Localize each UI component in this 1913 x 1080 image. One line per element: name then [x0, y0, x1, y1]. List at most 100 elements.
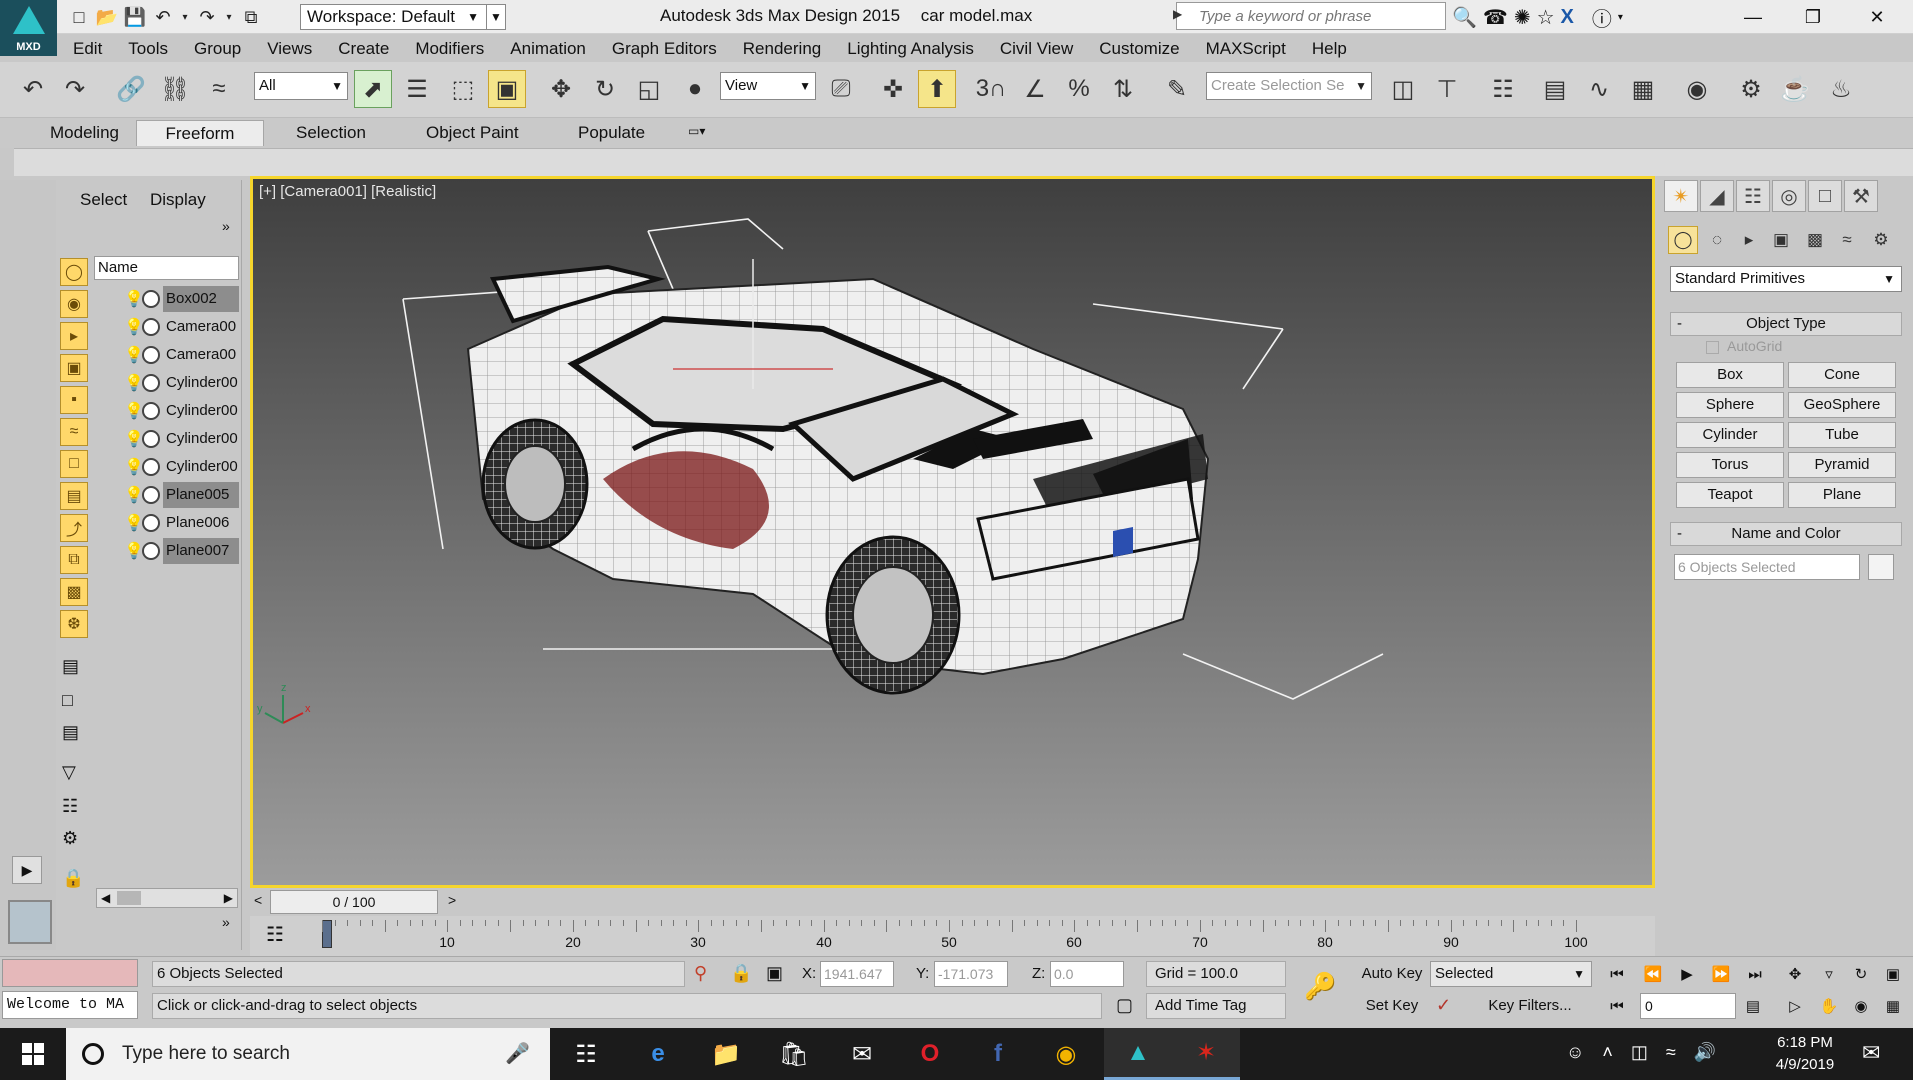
menu-graph-editors[interactable]: Graph Editors [599, 36, 730, 62]
workspace-menu-button[interactable]: ▼ [486, 4, 506, 30]
game-taskbar-icon[interactable]: ✶ [1172, 1028, 1240, 1080]
tree-item[interactable]: 💡 Camera00 [94, 342, 239, 368]
redo-dropdown-icon[interactable]: ▾ [222, 4, 236, 30]
undo-icon[interactable]: ↶ [150, 4, 176, 30]
explorer-tab-display[interactable]: Display [150, 190, 206, 210]
menu-tools[interactable]: Tools [115, 36, 181, 62]
orbit-icon[interactable]: ↻ [1846, 961, 1876, 987]
pan-hand-icon[interactable]: ✋ [1814, 993, 1844, 1019]
battery-icon[interactable]: ◫ [1631, 1042, 1648, 1063]
light-bulb-icon[interactable]: 💡 [124, 289, 144, 309]
mirror-icon[interactable]: ◫ [1384, 70, 1422, 108]
tree-item[interactable]: 💡 Plane006 [94, 510, 239, 536]
workspace-dropdown[interactable]: Workspace: Default ▼ [300, 4, 488, 30]
place-object-icon[interactable]: ● [676, 70, 714, 108]
add-time-tag-button[interactable]: Add Time Tag [1146, 993, 1286, 1019]
redo-toolbar-icon[interactable]: ↷ [56, 70, 94, 108]
display-xrefs-icon[interactable]: ⧉ [60, 546, 88, 574]
orbit-subobject-icon[interactable]: ◉ [1846, 993, 1876, 1019]
default-key-icon[interactable]: 🔑 [1304, 971, 1336, 1002]
autodesk-x-icon[interactable]: X [1561, 6, 1574, 29]
select-and-link-icon[interactable]: 🔗 [112, 70, 150, 108]
align-icon[interactable]: ⊤ [1428, 70, 1466, 108]
help-dropdown-icon[interactable]: ▾ [1618, 12, 1623, 23]
object-visibility-icon[interactable] [142, 430, 160, 448]
mail-icon[interactable]: ✉ [828, 1028, 896, 1080]
menu-modifiers[interactable]: Modifiers [402, 36, 497, 62]
dope-sheet-icon[interactable]: ▦ [1624, 70, 1662, 108]
display-shapes-icon[interactable]: ▸ [60, 322, 88, 350]
sort-list-icon[interactable]: ▤ [62, 722, 79, 743]
filter-icon[interactable]: ▽ [62, 762, 76, 783]
light-bulb-icon[interactable]: 💡 [124, 485, 144, 505]
tree-item[interactable]: 💡 Camera00 [94, 314, 239, 340]
object-name-field[interactable]: 6 Objects Selected [1674, 554, 1860, 580]
name-column-header[interactable]: Name [94, 256, 239, 280]
edge-browser-icon[interactable]: e [624, 1028, 692, 1080]
restore-button[interactable]: ❐ [1784, 0, 1842, 34]
open-file-icon[interactable]: 📂 [94, 4, 120, 30]
scroll-left-icon[interactable]: ◀ [101, 891, 110, 905]
object-type-rollout-header[interactable]: - Object Type [1670, 312, 1902, 336]
selection-filter-dropdown[interactable]: All ▼ [254, 72, 348, 100]
tree-item[interactable]: 💡 Plane007 [94, 538, 239, 564]
absolute-mode-icon[interactable]: ▣ [766, 963, 783, 984]
display-particles-icon[interactable]: ❆ [60, 610, 88, 638]
display-bones-icon[interactable]: ⤴ [60, 514, 88, 542]
select-all-icon[interactable]: ◯ [60, 258, 88, 286]
tree-item[interactable]: 💡 Cylinder00 [94, 454, 239, 480]
time-slider[interactable]: < 0 / 100 > [250, 888, 1655, 916]
camera-object-icon[interactable] [142, 318, 160, 336]
display-children-icon[interactable]: ▤ [62, 656, 79, 677]
isolate-selection-icon[interactable]: ⚲ [694, 963, 707, 984]
select-manipulate-icon[interactable]: ✜ [874, 70, 912, 108]
undo-toolbar-icon[interactable]: ↶ [14, 70, 52, 108]
maximize-toggle-icon[interactable]: ▦ [1878, 993, 1908, 1019]
x-coordinate-field[interactable]: 1941.647 [820, 961, 894, 987]
display-groups-icon[interactable]: ▤ [60, 482, 88, 510]
volume-icon[interactable]: 🔊 [1694, 1042, 1716, 1063]
ribbon-tab-object-paint[interactable]: Object Paint [412, 120, 533, 146]
next-frame-icon[interactable]: > [448, 892, 456, 908]
display-geometry-icon[interactable]: ◉ [60, 290, 88, 318]
menu-create[interactable]: Create [325, 36, 402, 62]
microphone-icon[interactable]: 🎤 [505, 1028, 530, 1080]
wifi-icon[interactable]: ≈ [1666, 1042, 1676, 1063]
key-mode-dropdown[interactable]: Selected ▼ [1430, 961, 1592, 987]
scene-explorer-icon[interactable]: ▤ [1536, 70, 1574, 108]
file-explorer-icon[interactable]: 📁 [692, 1028, 760, 1080]
select-and-rotate-icon[interactable]: ↻ [586, 70, 624, 108]
spinner-snap-icon[interactable]: ⇅ [1104, 70, 1142, 108]
light-bulb-icon[interactable]: 💡 [124, 457, 144, 477]
geosphere-button[interactable]: GeoSphere [1788, 392, 1896, 418]
display-lights-icon[interactable]: ▪ [60, 386, 88, 414]
systems-category-icon[interactable]: ⚙ [1866, 226, 1896, 254]
y-coordinate-field[interactable]: -171.073 [934, 961, 1008, 987]
expand-explorer-icon[interactable]: ▶ [12, 856, 42, 884]
scroll-thumb[interactable] [117, 891, 141, 905]
zoom-icon[interactable]: ✥ [1780, 961, 1810, 987]
tree-item[interactable]: 💡 Plane005 [94, 482, 239, 508]
object-visibility-icon[interactable] [142, 374, 160, 392]
cylinder-button[interactable]: Cylinder [1676, 422, 1784, 448]
menu-lighting-analysis[interactable]: Lighting Analysis [834, 36, 987, 62]
close-button[interactable]: ✕ [1848, 0, 1906, 34]
infocenter-search-input[interactable]: ▶ Type a keyword or phrase [1173, 2, 1446, 30]
utilities-tab-icon[interactable]: ⚒ [1844, 180, 1878, 212]
time-tag-icon[interactable]: ▢ [1116, 995, 1133, 1016]
system-clock[interactable]: 6:18 PM 4/9/2019 [1750, 1032, 1860, 1076]
menu-customize[interactable]: Customize [1086, 36, 1192, 62]
primitive-category-dropdown[interactable]: Standard Primitives ▼ [1670, 266, 1902, 292]
selection-lock-icon[interactable]: 🔒 [730, 963, 752, 984]
lights-category-icon[interactable]: ▸ [1734, 226, 1764, 254]
new-file-icon[interactable]: □ [66, 4, 92, 30]
spacewarps-category-icon[interactable]: ≈ [1832, 226, 1862, 254]
people-icon[interactable]: ☺ [1566, 1042, 1584, 1063]
named-selection-sets-dropdown[interactable]: Create Selection Se ▼ [1206, 72, 1372, 100]
taskbar-search-box[interactable]: Type here to search 🎤 [66, 1028, 550, 1080]
light-bulb-icon[interactable]: 💡 [124, 541, 144, 561]
play-icon[interactable]: ▶ [1672, 961, 1702, 987]
help-icon[interactable]: ⓘ [1592, 3, 1612, 32]
light-bulb-icon[interactable]: 💡 [124, 317, 144, 337]
key-filters-button[interactable]: Key Filters... [1468, 993, 1592, 1019]
